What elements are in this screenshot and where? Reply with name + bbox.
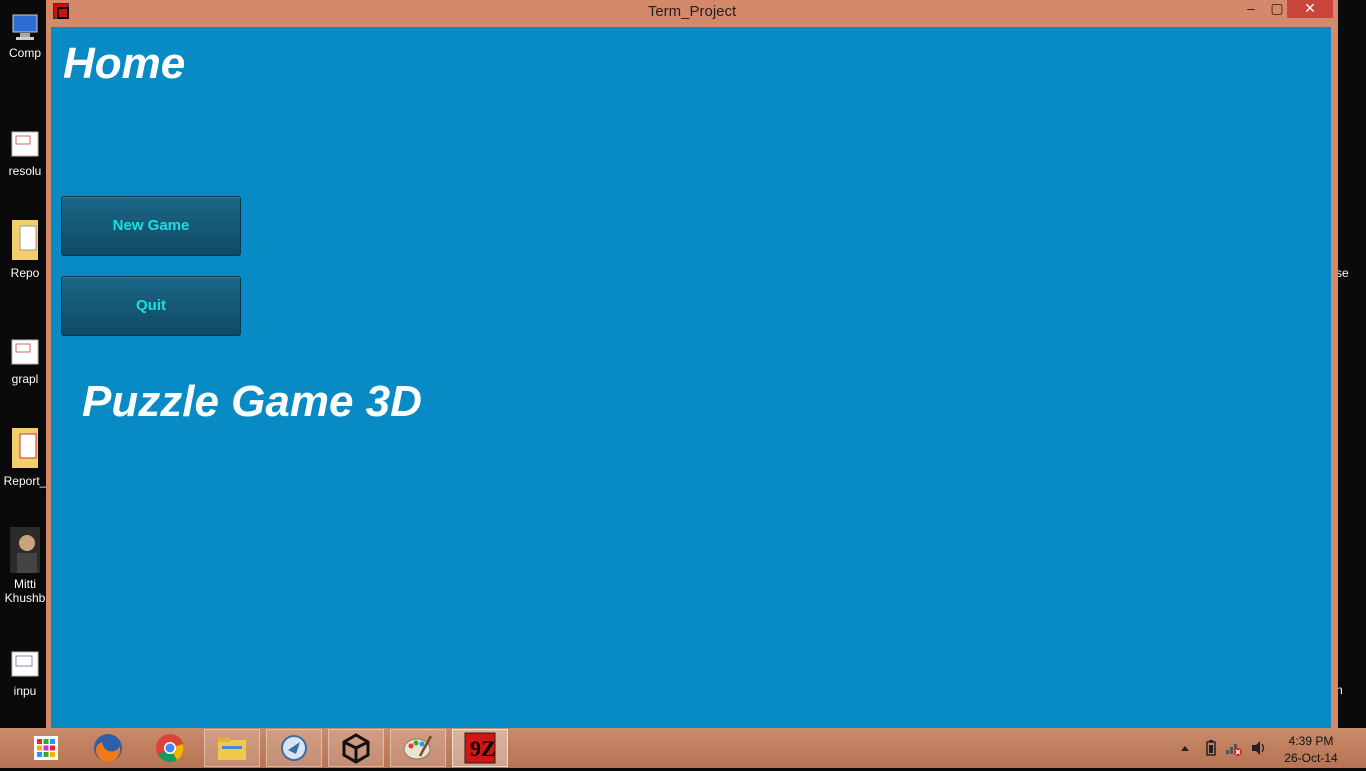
desktop-icon-resolution[interactable]: resolu (0, 130, 50, 178)
folder-icon (10, 216, 40, 262)
desktop-icon-report[interactable]: Repo (0, 216, 50, 280)
desktop-icon-input[interactable]: inpu (0, 650, 50, 698)
document-icon (10, 650, 40, 680)
title-bar[interactable]: Term_Project – ▢ ✕ (46, 0, 1338, 24)
start-button[interactable] (18, 729, 74, 767)
file-explorer-icon (218, 737, 246, 760)
taskbar-unity[interactable] (328, 729, 384, 767)
clock-time: 4:39 PM (1288, 734, 1334, 748)
firefox-icon (94, 734, 122, 762)
desktop-icon-graph[interactable]: grapl (0, 338, 50, 386)
taskbar: 9Z 4:39 PM 26-Oct-14 (0, 728, 1366, 768)
desktop-icon-music[interactable]: Mitti Khushb (0, 527, 50, 605)
folder-icon (10, 424, 40, 470)
desktop-icon-computer[interactable]: Comp (0, 12, 50, 60)
show-hidden-icons-button[interactable] (1178, 728, 1192, 768)
desktop-icon-label: Comp (8, 46, 41, 60)
close-button[interactable]: ✕ (1287, 0, 1333, 18)
document-icon (10, 130, 40, 160)
window-title: Term_Project (647, 3, 737, 20)
desktop-icon-label: Mitti (14, 577, 36, 591)
taskbar-file-explorer[interactable] (204, 729, 260, 767)
desktop-icon-label: Repo (10, 266, 40, 280)
taskbar-paint[interactable] (390, 729, 446, 767)
new-game-button[interactable]: New Game (61, 196, 241, 256)
battery-icon (1206, 740, 1216, 756)
taskbar-term-project[interactable]: 9Z (452, 729, 508, 767)
svg-text:9Z: 9Z (470, 736, 496, 761)
computer-icon (10, 12, 40, 42)
unity-icon (342, 733, 370, 764)
desktop-icon-report-folder[interactable]: Report_ (0, 424, 50, 488)
speaker-icon (1252, 741, 1265, 755)
photo-icon (10, 527, 40, 573)
quit-button[interactable]: Quit (61, 276, 241, 336)
chrome-icon (156, 734, 184, 762)
battery-status[interactable] (1204, 728, 1218, 768)
volume-control[interactable] (1250, 728, 1266, 768)
desktop-icon-label-line2: Khushb (4, 591, 46, 605)
desktop-icon-label: resolu (8, 164, 42, 178)
page-title: Home (63, 39, 186, 88)
game-canvas: Home New Game Quit Puzzle Game 3D (51, 27, 1331, 728)
app-window: Term_Project – ▢ ✕ Home New Game Quit Pu… (46, 0, 1338, 728)
desktop-icon-label: inpu (13, 684, 37, 698)
minimize-button[interactable]: – (1238, 0, 1264, 18)
desktop-icon-label: Report_ (3, 474, 47, 488)
term-project-icon: 9Z (464, 732, 496, 764)
network-status[interactable] (1224, 728, 1244, 768)
network-disconnected-icon (1226, 744, 1242, 756)
document-icon (10, 338, 40, 368)
clock-date: 26-Oct-14 (1284, 751, 1338, 765)
apps-icon (34, 736, 58, 760)
taskbar-firefox[interactable] (80, 729, 136, 767)
rdp-icon (281, 735, 307, 761)
desktop-icon-label: grapl (11, 372, 39, 386)
game-title: Puzzle Game 3D (82, 377, 422, 426)
taskbar-remote-desktop[interactable] (266, 729, 322, 767)
system-clock[interactable]: 4:39 PM 26-Oct-14 (1280, 733, 1342, 767)
paint-icon (403, 735, 433, 760)
chevron-up-icon (1181, 746, 1189, 751)
taskbar-chrome[interactable] (142, 729, 198, 767)
